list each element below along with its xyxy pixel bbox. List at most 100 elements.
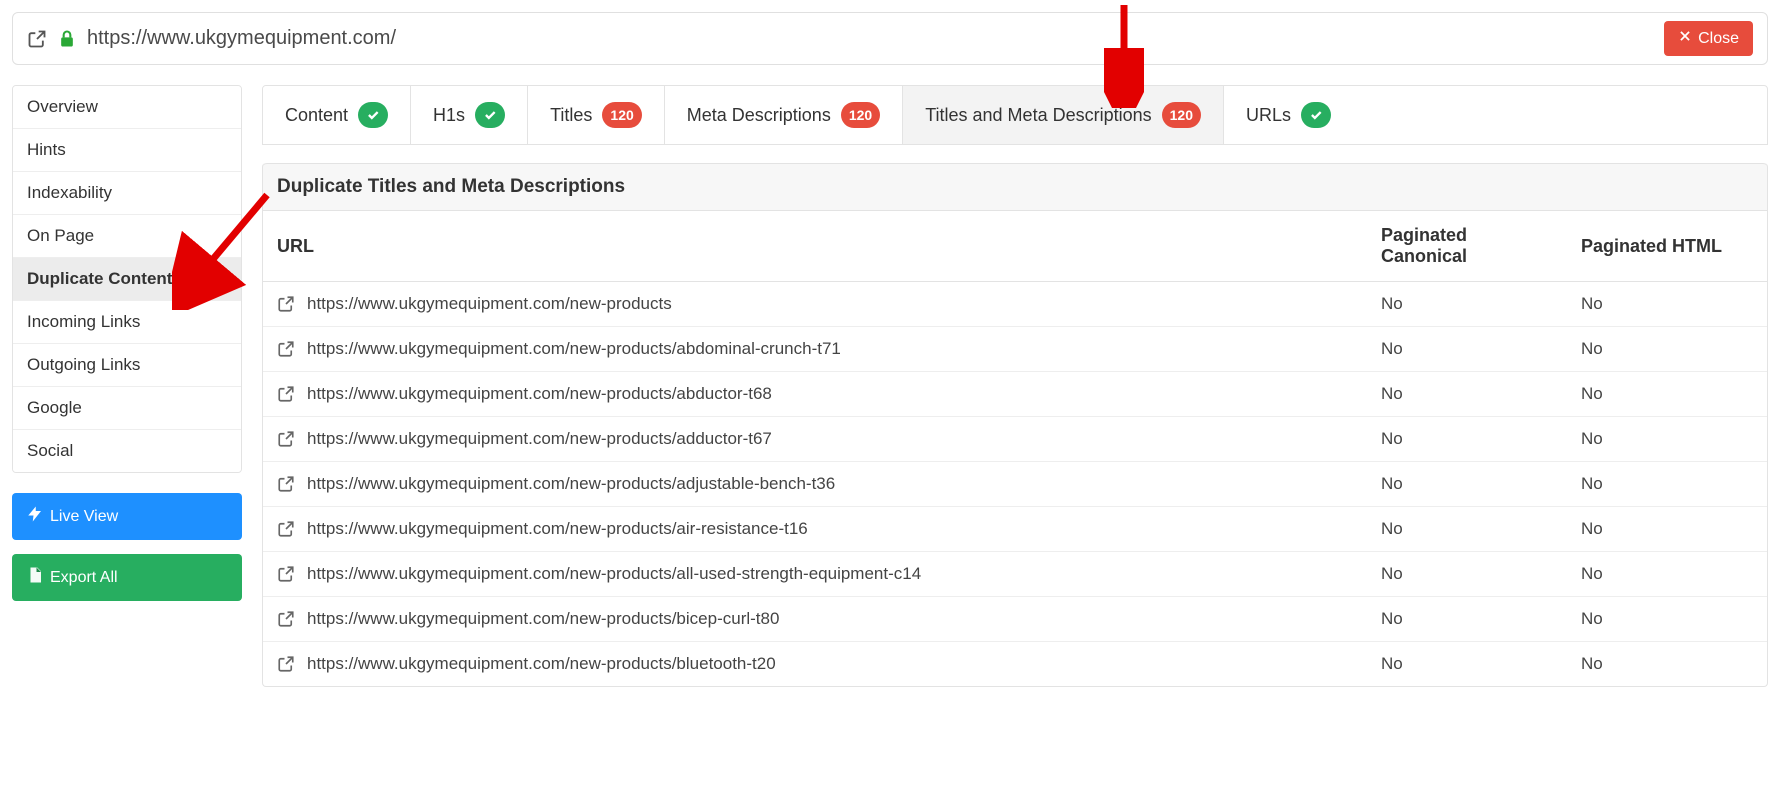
- close-button-label: Close: [1698, 30, 1739, 48]
- tab-label: H1s: [433, 105, 465, 126]
- row-paginated-html: No: [1567, 507, 1767, 552]
- row-paginated-html: No: [1567, 327, 1767, 372]
- file-icon: [26, 566, 44, 589]
- check-icon: [1301, 102, 1331, 128]
- row-url[interactable]: https://www.ukgymequipment.com/new-produ…: [307, 429, 772, 449]
- row-paginated-html: No: [1567, 642, 1767, 687]
- row-paginated-canonical: No: [1367, 642, 1567, 687]
- sidebar-item-overview[interactable]: Overview: [13, 86, 241, 129]
- results-panel: Duplicate Titles and Meta Descriptions U…: [262, 163, 1768, 687]
- table-row: https://www.ukgymequipment.com/new-produ…: [263, 507, 1767, 552]
- check-icon: [475, 102, 505, 128]
- table-row: https://www.ukgymequipment.com/new-produ…: [263, 417, 1767, 462]
- table-row: https://www.ukgymequipment.com/new-produ…: [263, 372, 1767, 417]
- tab-meta-descriptions[interactable]: Meta Descriptions 120: [665, 86, 903, 144]
- external-link-icon[interactable]: [277, 430, 295, 448]
- row-paginated-canonical: No: [1367, 327, 1567, 372]
- export-all-button[interactable]: Export All: [12, 554, 242, 601]
- sidebar-item-on-page[interactable]: On Page: [13, 215, 241, 258]
- live-view-button[interactable]: Live View: [12, 493, 242, 540]
- tab-label: Content: [285, 105, 348, 126]
- table-row: https://www.ukgymequipment.com/new-produ…: [263, 327, 1767, 372]
- sidebar-item-label: Google: [27, 398, 82, 417]
- sidebar-item-label: Social: [27, 441, 73, 460]
- external-link-icon[interactable]: [277, 565, 295, 583]
- external-link-icon[interactable]: [277, 385, 295, 403]
- tab-titles-and-meta-descriptions[interactable]: Titles and Meta Descriptions 120: [903, 86, 1224, 144]
- row-paginated-canonical: No: [1367, 507, 1567, 552]
- live-view-label: Live View: [50, 508, 118, 526]
- tab-label: Meta Descriptions: [687, 105, 831, 126]
- row-url[interactable]: https://www.ukgymequipment.com/new-produ…: [307, 564, 921, 584]
- sidebar-item-label: Indexability: [27, 183, 112, 202]
- sidebar-item-google[interactable]: Google: [13, 387, 241, 430]
- row-url[interactable]: https://www.ukgymequipment.com/new-produ…: [307, 474, 835, 494]
- row-paginated-html: No: [1567, 462, 1767, 507]
- col-url[interactable]: URL: [263, 211, 1367, 282]
- row-paginated-html: No: [1567, 282, 1767, 327]
- page-url: https://www.ukgymequipment.com/: [87, 27, 1664, 50]
- sidebar-item-label: Outgoing Links: [27, 355, 140, 374]
- sidebar-item-incoming-links[interactable]: Incoming Links: [13, 301, 241, 344]
- row-url[interactable]: https://www.ukgymequipment.com/new-produ…: [307, 654, 776, 674]
- sidebar-item-label: Duplicate Content: [27, 269, 172, 288]
- close-icon: [1678, 29, 1692, 48]
- sidebar-item-indexability[interactable]: Indexability: [13, 172, 241, 215]
- sidebar-item-label: Overview: [27, 97, 98, 116]
- row-url[interactable]: https://www.ukgymequipment.com/new-produ…: [307, 339, 841, 359]
- sidebar-item-duplicate-content[interactable]: Duplicate Content: [13, 258, 241, 301]
- tab-content[interactable]: Content: [263, 86, 411, 144]
- tab-urls[interactable]: URLs: [1224, 86, 1353, 144]
- panel-title: Duplicate Titles and Meta Descriptions: [263, 163, 1767, 211]
- col-paginated-html[interactable]: Paginated HTML: [1567, 211, 1767, 282]
- tab-label: Titles: [550, 105, 592, 126]
- bolt-icon: [26, 505, 44, 528]
- row-url[interactable]: https://www.ukgymequipment.com/new-produ…: [307, 519, 808, 539]
- table-row: https://www.ukgymequipment.com/new-produ…: [263, 462, 1767, 507]
- external-link-icon[interactable]: [277, 610, 295, 628]
- tab-label: Titles and Meta Descriptions: [925, 105, 1151, 126]
- tab-bar: ContentH1sTitles120Meta Descriptions120T…: [262, 85, 1768, 145]
- count-badge: 120: [841, 102, 880, 128]
- row-paginated-canonical: No: [1367, 417, 1567, 462]
- external-link-icon[interactable]: [277, 295, 295, 313]
- table-row: https://www.ukgymequipment.com/new-produ…: [263, 282, 1767, 327]
- row-paginated-html: No: [1567, 417, 1767, 462]
- col-paginated-canonical[interactable]: Paginated Canonical: [1367, 211, 1567, 282]
- count-badge: 120: [1162, 102, 1201, 128]
- sidebar-item-outgoing-links[interactable]: Outgoing Links: [13, 344, 241, 387]
- table-row: https://www.ukgymequipment.com/new-produ…: [263, 552, 1767, 597]
- row-paginated-html: No: [1567, 372, 1767, 417]
- sidebar-item-hints[interactable]: Hints: [13, 129, 241, 172]
- tab-h1s[interactable]: H1s: [411, 86, 528, 144]
- table-row: https://www.ukgymequipment.com/new-produ…: [263, 642, 1767, 687]
- sidebar-item-label: Incoming Links: [27, 312, 140, 331]
- sidebar-item-label: Hints: [27, 140, 66, 159]
- count-badge: 120: [602, 102, 641, 128]
- external-link-icon[interactable]: [277, 475, 295, 493]
- row-url[interactable]: https://www.ukgymequipment.com/new-produ…: [307, 294, 672, 314]
- row-paginated-html: No: [1567, 597, 1767, 642]
- sidebar-item-label: On Page: [27, 226, 94, 245]
- row-paginated-canonical: No: [1367, 597, 1567, 642]
- external-link-icon[interactable]: [27, 29, 47, 49]
- row-paginated-canonical: No: [1367, 552, 1567, 597]
- row-paginated-html: No: [1567, 552, 1767, 597]
- lock-icon: [57, 29, 77, 49]
- external-link-icon[interactable]: [277, 520, 295, 538]
- sidebar-item-social[interactable]: Social: [13, 430, 241, 472]
- external-link-icon[interactable]: [277, 655, 295, 673]
- check-icon: [358, 102, 388, 128]
- row-url[interactable]: https://www.ukgymequipment.com/new-produ…: [307, 609, 779, 629]
- sidebar: Overview Hints Indexability On Page Duplicat…: [12, 85, 242, 601]
- results-table: URL Paginated Canonical Paginated HTML h…: [263, 211, 1767, 686]
- tab-titles[interactable]: Titles 120: [528, 86, 665, 144]
- row-url[interactable]: https://www.ukgymequipment.com/new-produ…: [307, 384, 772, 404]
- url-bar: https://www.ukgymequipment.com/ Close: [12, 12, 1768, 65]
- table-row: https://www.ukgymequipment.com/new-produ…: [263, 597, 1767, 642]
- row-paginated-canonical: No: [1367, 372, 1567, 417]
- row-paginated-canonical: No: [1367, 282, 1567, 327]
- close-button[interactable]: Close: [1664, 21, 1753, 56]
- main-content: ContentH1sTitles120Meta Descriptions120T…: [262, 85, 1768, 687]
- external-link-icon[interactable]: [277, 340, 295, 358]
